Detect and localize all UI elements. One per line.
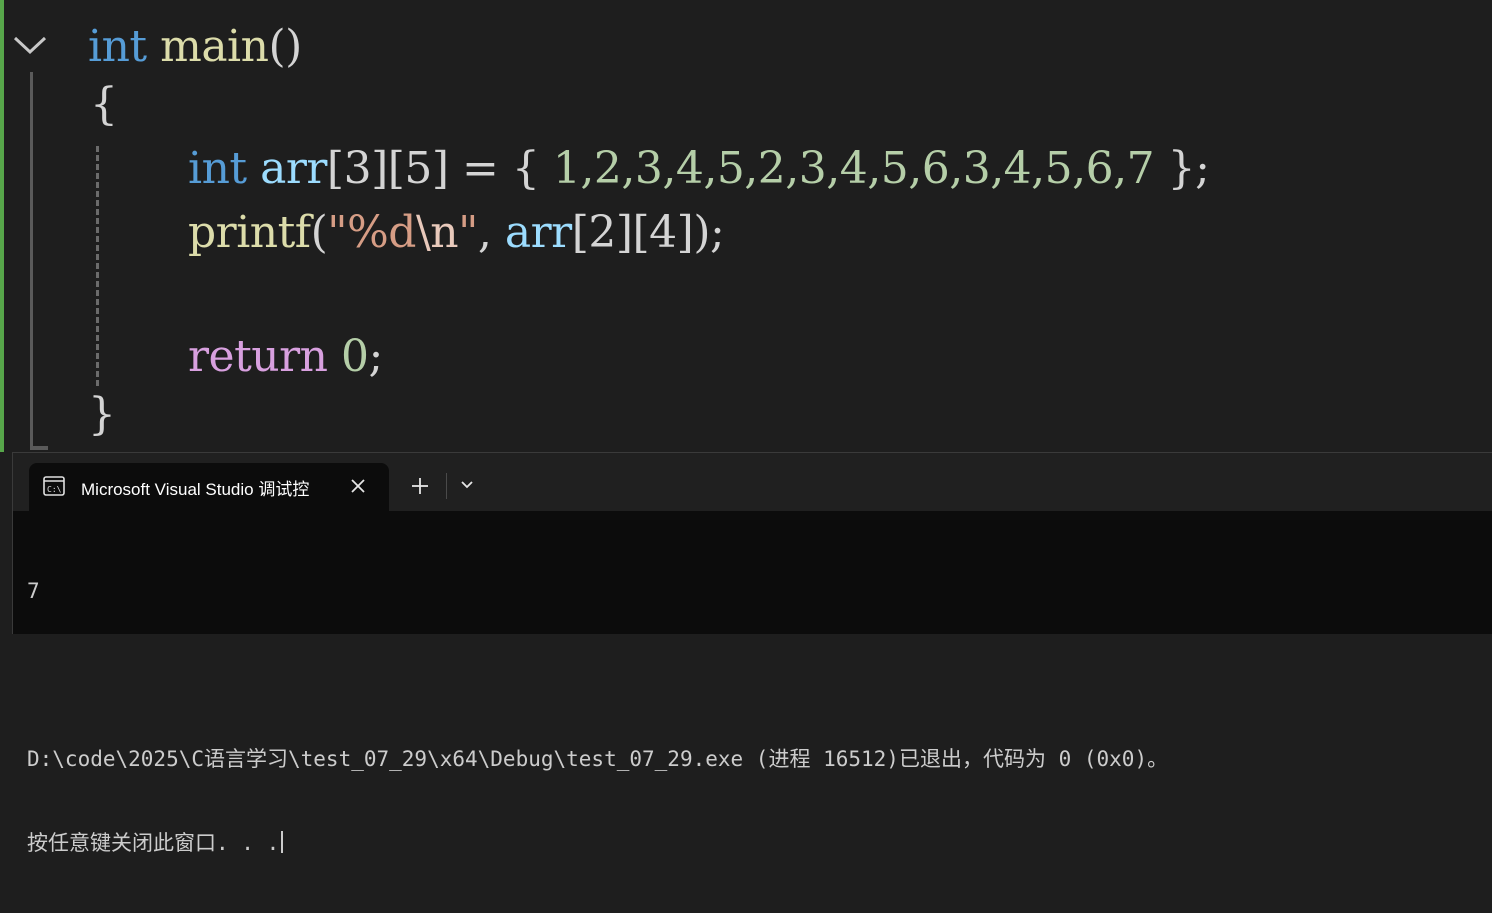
keyword-int: int <box>88 21 147 72</box>
initializer-values: 1,2,3,4,5,2,3,4,5,6,3,4,5,6,7 <box>552 143 1155 194</box>
console-app-icon: C:\ <box>43 476 65 496</box>
initializer-close: }; <box>1154 143 1210 194</box>
format-string-end: " <box>458 207 478 258</box>
code-line-1: int main() <box>88 16 302 78</box>
tab-title: Microsoft Visual Studio 调试控 <box>81 480 310 499</box>
array-index: [2][4] <box>571 207 694 258</box>
code-line-4: printf("%d\n", arr[2][4]); <box>188 202 725 264</box>
array-dims: [3][5] <box>326 143 449 194</box>
function-printf: printf <box>188 207 311 258</box>
tab-separator <box>446 473 447 499</box>
code-line-7: } <box>88 384 116 446</box>
keyword-return: return <box>188 331 328 382</box>
program-output: 7 <box>27 579 40 603</box>
comma: , <box>477 207 505 258</box>
semicolon: ; <box>368 331 383 382</box>
close-brace: } <box>88 389 116 440</box>
call-open: ( <box>310 207 328 258</box>
format-string-start: "%d <box>327 207 416 258</box>
change-indicator-bar <box>0 0 4 452</box>
close-icon[interactable] <box>347 475 369 497</box>
scope-guide-end <box>30 446 48 450</box>
close-prompt: 按任意键关闭此窗口. . . <box>27 831 280 855</box>
terminal-tab-strip: C:\ Microsoft Visual Studio 调试控 <box>13 453 1492 511</box>
svg-text:C:\: C:\ <box>47 485 62 494</box>
prompt-line: 按任意键关闭此窗口. . . <box>27 829 1483 857</box>
escape-sequence: \n <box>415 207 459 258</box>
scope-guide-line <box>30 72 33 450</box>
code-line-2: { <box>90 74 118 136</box>
open-brace: { <box>90 79 118 130</box>
fold-chevron-icon[interactable] <box>12 30 48 60</box>
code-editor[interactable]: int main() { int arr[3][5] = { 1,2,3,4,5… <box>0 0 1492 452</box>
code-line-3: int arr[3][5] = { 1,2,3,4,5,2,3,4,5,6,3,… <box>188 138 1210 200</box>
indent-guide <box>96 146 99 386</box>
console-tab[interactable]: C:\ Microsoft Visual Studio 调试控 <box>29 463 389 511</box>
assign-open: = { <box>448 143 553 194</box>
parens: () <box>268 21 302 72</box>
chevron-down-icon[interactable] <box>457 477 477 493</box>
code-line-6: return 0; <box>188 326 383 388</box>
variable-arr: arr <box>504 207 572 258</box>
text-cursor <box>281 831 284 853</box>
new-tab-plus-icon[interactable] <box>409 475 431 497</box>
keyword-int: int <box>188 143 247 194</box>
variable-arr: arr <box>260 143 327 194</box>
exit-message: D:\code\2025\C语言学习\test_07_29\x64\Debug\… <box>27 747 1169 771</box>
function-name: main <box>160 21 269 72</box>
debug-console-window[interactable]: C:\ Microsoft Visual Studio 调试控 7 D:\cod… <box>12 452 1492 855</box>
return-value: 0 <box>340 331 369 382</box>
call-close: ); <box>693 207 725 258</box>
console-output: 7 D:\code\2025\C语言学习\test_07_29\x64\Debu… <box>27 521 1483 913</box>
